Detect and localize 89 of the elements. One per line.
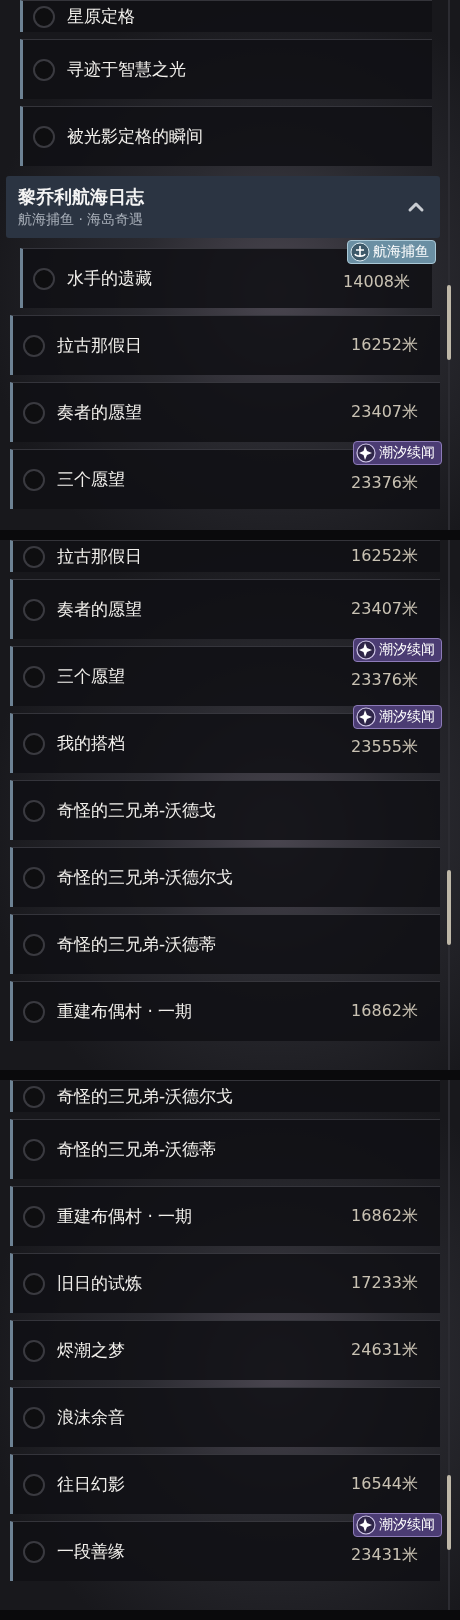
distance-text: 17233米 (351, 1273, 418, 1294)
quest-title: 奇怪的三兄弟-沃德蒂 (57, 1138, 218, 1161)
radio-button[interactable] (23, 1138, 45, 1161)
quest-title: 奏者的愿望 (57, 598, 143, 621)
quest-title: 水手的遗藏 (67, 267, 153, 290)
radio-button[interactable] (33, 267, 55, 290)
radio-button[interactable] (33, 5, 55, 28)
distance-text: 24631米 (351, 1340, 418, 1361)
group-title: 黎乔利航海日志 (18, 185, 145, 209)
quest-title: 寻迹于智慧之光 (67, 58, 187, 81)
quest-row[interactable]: 浪沫余音 (10, 1387, 440, 1447)
quest-row[interactable]: 重建布偶村 · 一期 16862米 (10, 1186, 440, 1246)
radio-button[interactable] (23, 1205, 45, 1228)
quest-row[interactable]: 奇怪的三兄弟-沃德尔戈 (10, 1080, 440, 1112)
radio-button[interactable] (23, 545, 45, 568)
radio-button[interactable] (23, 598, 45, 621)
quest-title: 拉古那假日 (57, 334, 143, 357)
quest-title: 奇怪的三兄弟-沃德戈 (57, 799, 218, 822)
radio-button[interactable] (23, 799, 45, 822)
scrollbar-thumb[interactable] (447, 285, 451, 360)
group-subtitle: 航海捕鱼 · 海岛奇遇 (18, 211, 145, 229)
radio-button[interactable] (23, 468, 45, 491)
quest-row[interactable]: 旧日的试炼 17233米 (10, 1253, 440, 1313)
quest-title: 奏者的愿望 (57, 401, 143, 424)
scrollbar-thumb[interactable] (447, 1475, 451, 1550)
radio-button[interactable] (23, 665, 45, 688)
distance-text: 16252米 (351, 546, 418, 567)
radio-button[interactable] (23, 933, 45, 956)
distance-text: 23431米 (351, 1545, 418, 1566)
quest-title: 重建布偶村 · 一期 (57, 1205, 194, 1228)
quest-row[interactable]: 寻迹于智慧之光 (20, 39, 432, 99)
radio-button[interactable] (23, 401, 45, 424)
quest-title: 星原定格 (67, 5, 136, 28)
radio-button[interactable] (23, 1000, 45, 1023)
quest-row[interactable]: 奏者的愿望 23407米 (10, 382, 440, 442)
quest-title: 浪沫余音 (57, 1406, 126, 1429)
radio-button[interactable] (23, 1406, 45, 1429)
distance-text: 16544米 (351, 1474, 418, 1495)
scrollbar-thumb[interactable] (447, 870, 451, 945)
radio-button[interactable] (23, 1339, 45, 1362)
quest-title: 我的搭档 (57, 732, 126, 755)
quest-title: 往日幻影 (57, 1473, 126, 1496)
sparkle-icon (356, 1515, 376, 1535)
radio-button[interactable] (23, 1540, 45, 1563)
quest-row[interactable]: 奇怪的三兄弟-沃德尔戈 (10, 847, 440, 907)
radio-button[interactable] (23, 1473, 45, 1496)
quest-row[interactable]: 被光影定格的瞬间 (20, 106, 432, 166)
quest-row[interactable]: 拉古那假日 16252米 (10, 540, 440, 572)
distance-text: 16252米 (351, 335, 418, 356)
quest-title: 一段善缘 (57, 1540, 126, 1563)
quest-row[interactable]: 奇怪的三兄弟-沃德戈 (10, 780, 440, 840)
quest-row[interactable]: 星原定格 (20, 0, 432, 32)
quest-row[interactable]: 奏者的愿望 23407米 (10, 579, 440, 639)
quest-title: 奇怪的三兄弟-沃德蒂 (57, 933, 218, 956)
quest-title: 三个愿望 (57, 665, 126, 688)
distance-text: 14008米 (343, 272, 410, 293)
distance-text: 23407米 (351, 402, 418, 423)
distance-text: 23407米 (351, 599, 418, 620)
radio-button[interactable] (23, 1272, 45, 1295)
quest-title: 奇怪的三兄弟-沃德尔戈 (57, 1085, 235, 1108)
group-header[interactable]: 黎乔利航海日志 航海捕鱼 · 海岛奇遇 (6, 176, 440, 238)
quest-title: 烬潮之梦 (57, 1339, 126, 1362)
distance-text: 16862米 (351, 1206, 418, 1227)
radio-button[interactable] (23, 866, 45, 889)
quest-row[interactable]: 往日幻影 16544米 (10, 1454, 440, 1514)
distance-text: 23376米 (351, 473, 418, 494)
distance-text: 23376米 (351, 670, 418, 691)
radio-button[interactable] (23, 1085, 45, 1108)
sparkle-icon (356, 707, 376, 727)
quest-row[interactable]: 奇怪的三兄弟-沃德蒂 (10, 914, 440, 974)
distance-text: 16862米 (351, 1001, 418, 1022)
radio-button[interactable] (33, 125, 55, 148)
quest-row[interactable]: 重建布偶村 · 一期 16862米 (10, 981, 440, 1041)
quest-title: 拉古那假日 (57, 545, 143, 568)
quest-row[interactable]: 奇怪的三兄弟-沃德蒂 (10, 1119, 440, 1179)
quest-title: 重建布偶村 · 一期 (57, 1000, 194, 1023)
quest-title: 旧日的试炼 (57, 1272, 143, 1295)
quest-row[interactable]: 拉古那假日 16252米 (10, 315, 440, 375)
sparkle-icon (356, 443, 376, 463)
quest-title: 被光影定格的瞬间 (67, 125, 204, 148)
radio-button[interactable] (23, 732, 45, 755)
anchor-icon (350, 242, 370, 262)
distance-text: 23555米 (351, 737, 418, 758)
quest-title: 三个愿望 (57, 468, 126, 491)
sparkle-icon (356, 640, 376, 660)
quest-row[interactable]: 烬潮之梦 24631米 (10, 1320, 440, 1380)
quest-title: 奇怪的三兄弟-沃德尔戈 (57, 866, 235, 889)
radio-button[interactable] (33, 58, 55, 81)
radio-button[interactable] (23, 334, 45, 357)
